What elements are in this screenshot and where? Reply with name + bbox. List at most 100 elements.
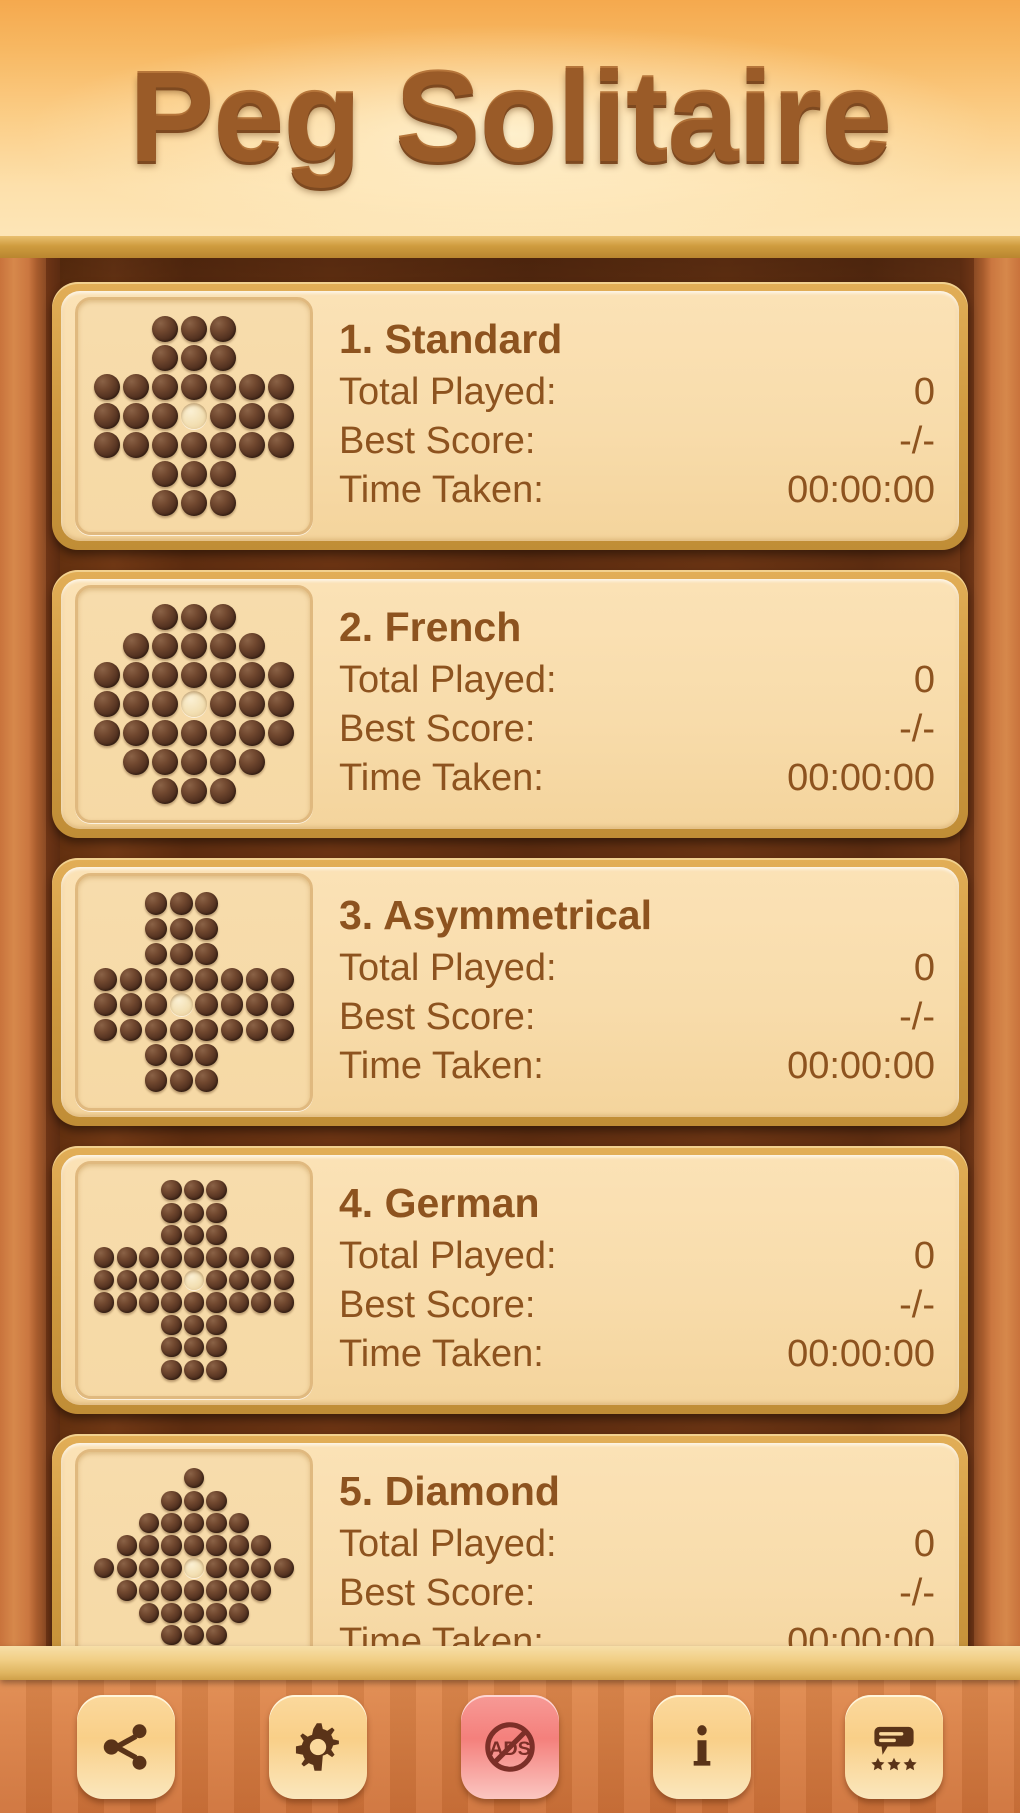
stat-label-best-score: Best Score: — [339, 1284, 536, 1327]
board-peg — [94, 374, 121, 401]
header-bottom-bar — [0, 236, 1020, 258]
level-card[interactable]: 4. German Total Played: 0 Best Score: -/- Tim… — [52, 1146, 968, 1414]
board-peg — [238, 748, 265, 775]
board-peg — [116, 1269, 137, 1291]
board-peg — [238, 431, 265, 458]
board-peg — [195, 917, 218, 941]
stat-row-total-played: Total Played: 0 — [339, 1232, 935, 1281]
stat-row-total-played: Total Played: 0 — [339, 944, 935, 993]
board-peg — [195, 942, 218, 966]
share-button[interactable] — [77, 1694, 175, 1799]
board-peg — [139, 1292, 160, 1313]
board-grid — [93, 1467, 295, 1669]
level-card[interactable]: 5. Diamond Total Played: 0 Best Score: -/- Ti… — [52, 1434, 968, 1670]
board-peg — [267, 431, 294, 458]
board-peg — [139, 1513, 160, 1534]
board-peg — [238, 403, 265, 429]
shelf-divider — [0, 1646, 1020, 1680]
board-peg — [267, 374, 294, 401]
board-peg — [206, 1292, 227, 1313]
stat-value-time-taken: 00:00:00 — [787, 1333, 935, 1376]
board-peg — [123, 691, 150, 717]
board-peg — [144, 993, 168, 1016]
board-empty-hole — [181, 403, 207, 429]
board-peg — [116, 1535, 137, 1556]
board-peg — [123, 403, 150, 429]
board-peg — [206, 1180, 227, 1201]
stat-label-total-played: Total Played: — [339, 658, 557, 701]
board-peg — [228, 1292, 249, 1313]
info-button[interactable] — [653, 1694, 751, 1799]
stat-value-total-played: 0 — [913, 658, 935, 701]
board-peg — [181, 777, 207, 804]
game-stage: 1. Standard Total Played: 0 Best Score: -/- T… — [0, 258, 1020, 1670]
gear-icon — [290, 1719, 346, 1775]
board-peg — [152, 691, 179, 717]
stat-value-total-played: 0 — [913, 1522, 935, 1565]
board-peg — [206, 1602, 227, 1623]
rate-button[interactable] — [845, 1694, 943, 1799]
board-peg — [152, 345, 179, 372]
level-card-inner: 3. Asymmetrical Total Played: 0 Best Score:… — [61, 867, 959, 1117]
board-peg — [152, 662, 179, 689]
board-peg — [209, 719, 236, 746]
board-peg — [251, 1580, 272, 1601]
board-peg — [181, 460, 207, 487]
board-peg — [206, 1337, 227, 1358]
board-thumbnail — [75, 585, 313, 823]
board-peg — [94, 1018, 117, 1042]
stat-value-time-taken: 00:00:00 — [787, 757, 935, 800]
board-peg — [170, 892, 193, 915]
stat-row-best-score: Best Score: -/- — [339, 993, 935, 1042]
board-peg — [183, 1359, 205, 1380]
board-peg — [181, 489, 207, 516]
board-peg — [267, 719, 294, 746]
board-peg — [161, 1269, 182, 1291]
level-card[interactable]: 2. French Total Played: 0 Best Score: -/- Tim… — [52, 570, 968, 838]
board-peg — [152, 460, 179, 487]
board-peg — [238, 691, 265, 717]
board-peg — [195, 1069, 218, 1092]
board-peg — [139, 1557, 160, 1579]
level-info: 4. German Total Played: 0 Best Score: -/- Tim… — [313, 1169, 945, 1391]
board-peg — [206, 1557, 227, 1579]
stat-row-time-taken: Time Taken: 00:00:00 — [339, 1042, 935, 1091]
board-peg — [271, 993, 294, 1016]
stat-label-total-played: Total Played: — [339, 370, 557, 413]
board-peg — [228, 1513, 249, 1534]
board-peg — [183, 1247, 205, 1268]
board-peg — [152, 374, 179, 401]
board-peg — [195, 993, 218, 1016]
board-peg — [273, 1557, 294, 1579]
board-peg — [170, 1018, 193, 1042]
stat-row-time-taken: Time Taken: 00:00:00 — [339, 1330, 935, 1379]
board-peg — [94, 691, 121, 717]
board-peg — [251, 1269, 272, 1291]
level-card-inner: 1. Standard Total Played: 0 Best Score: -/- T… — [61, 291, 959, 541]
level-list[interactable]: 1. Standard Total Played: 0 Best Score: -/- T… — [0, 258, 1020, 1670]
board-peg — [183, 1337, 205, 1358]
board-peg — [161, 1180, 182, 1201]
board-peg — [206, 1314, 227, 1335]
board-peg — [161, 1359, 182, 1380]
board-peg — [183, 1292, 205, 1313]
board-thumbnail — [75, 1161, 313, 1399]
level-title: 4. German — [339, 1180, 540, 1227]
board-peg — [181, 748, 207, 775]
settings-button[interactable] — [269, 1694, 367, 1799]
board-peg — [267, 662, 294, 689]
board-empty-hole — [170, 993, 193, 1016]
remove-ads-button[interactable]: ADS — [461, 1694, 559, 1799]
level-card[interactable]: 3. Asymmetrical Total Played: 0 Best Score:… — [52, 858, 968, 1126]
stat-row-best-score: Best Score: -/- — [339, 705, 935, 754]
board-peg — [271, 968, 294, 991]
share-icon — [99, 1720, 153, 1774]
board-peg — [116, 1580, 137, 1601]
board-peg — [139, 1535, 160, 1556]
board-peg — [183, 1625, 205, 1646]
board-peg — [209, 460, 236, 487]
stat-label-time-taken: Time Taken: — [339, 1045, 544, 1088]
stat-value-best-score: -/- — [899, 1572, 935, 1615]
level-info: 3. Asymmetrical Total Played: 0 Best Score:… — [313, 881, 945, 1103]
level-card[interactable]: 1. Standard Total Played: 0 Best Score: -/- T… — [52, 282, 968, 550]
